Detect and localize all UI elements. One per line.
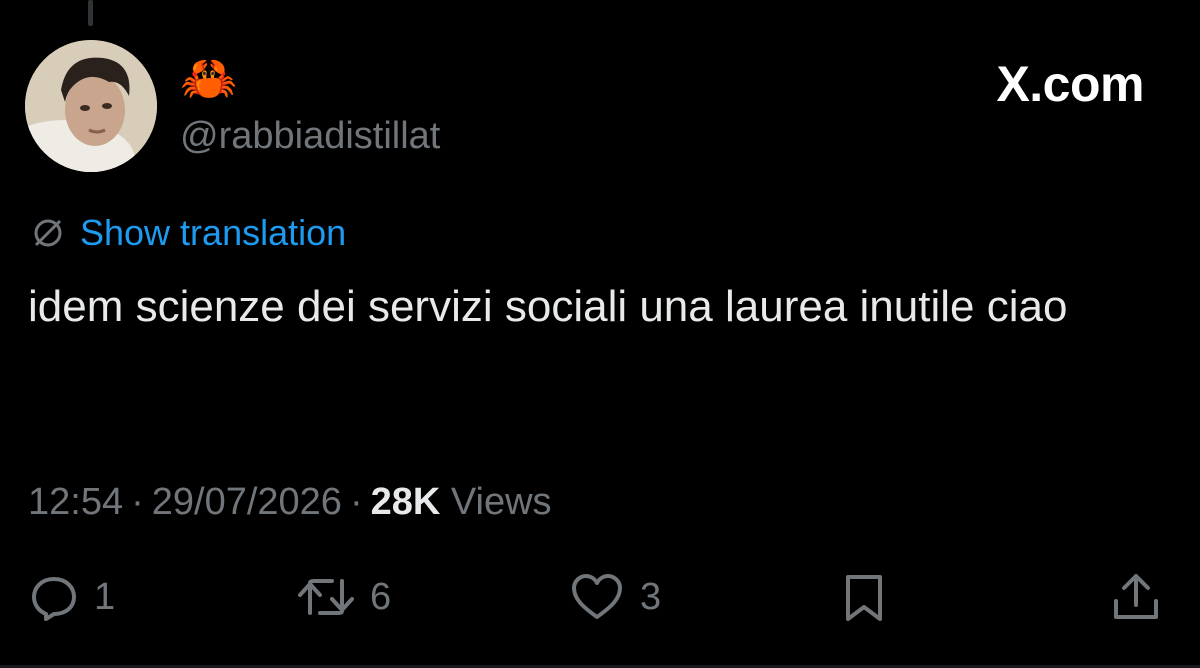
tweet-date[interactable]: 29/07/2026 xyxy=(152,481,342,523)
avatar[interactable] xyxy=(25,40,157,172)
bookmark-icon xyxy=(846,575,882,621)
views-count[interactable]: 28K xyxy=(371,481,441,523)
views-label: Views xyxy=(450,481,552,523)
show-translation-link[interactable]: Show translation xyxy=(28,210,346,256)
user-handle[interactable]: @rabbiadistillat xyxy=(180,112,440,160)
heart-icon xyxy=(572,574,622,619)
brand-logo-text: X.com xyxy=(996,56,1144,112)
reply-button[interactable]: 1 xyxy=(28,567,115,627)
show-translation-label: Show translation xyxy=(80,212,347,253)
like-button[interactable]: 3 xyxy=(568,567,661,627)
repost-icon xyxy=(298,579,354,615)
tweet-text: idem scienze dei servizi sociali una lau… xyxy=(28,282,1068,331)
thread-connector-line xyxy=(88,0,93,26)
bookmark-button[interactable] xyxy=(838,567,890,627)
reply-icon xyxy=(32,577,76,621)
share-button[interactable] xyxy=(1110,567,1162,627)
tweet-time[interactable]: 12:54 xyxy=(28,481,123,523)
share-icon xyxy=(1114,574,1158,619)
reply-count: 1 xyxy=(94,575,116,618)
globe-icon xyxy=(34,219,62,247)
like-count: 3 xyxy=(640,575,662,618)
separator: · xyxy=(349,481,363,523)
display-name[interactable]: 🦀 xyxy=(180,50,237,106)
repost-count: 6 xyxy=(370,575,392,618)
avatar-photo xyxy=(25,40,157,172)
repost-button[interactable]: 6 xyxy=(296,567,391,627)
tweet-meta: 12:54 · 29/07/2026 · 28K Views xyxy=(28,478,552,526)
separator: · xyxy=(131,481,144,523)
